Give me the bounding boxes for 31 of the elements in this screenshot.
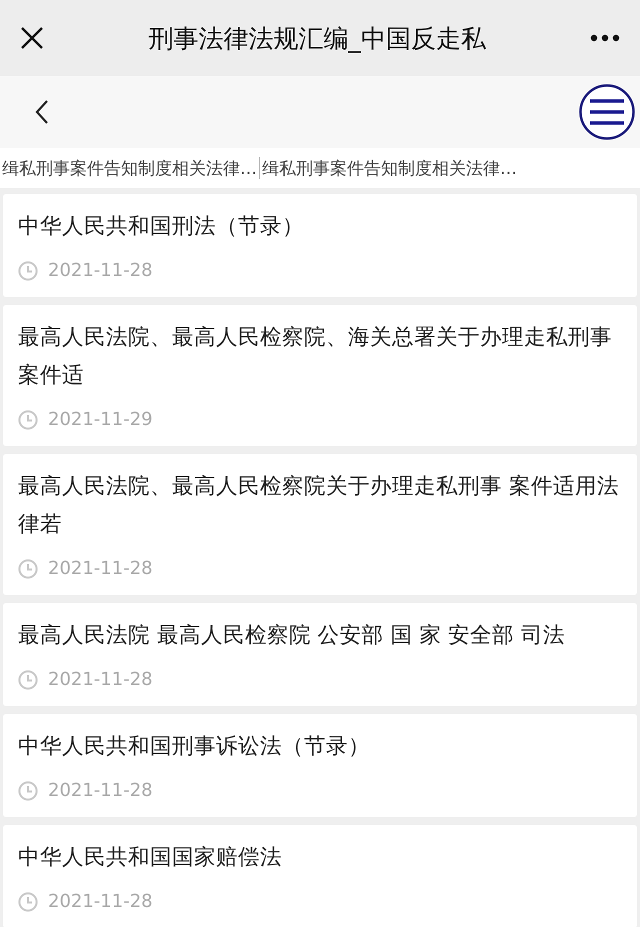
article-title: 中华人民共和国刑事诉讼法（节录） [18,733,371,761]
clock-icon [18,558,38,578]
article-date: 2021-11-28 [48,891,153,912]
close-icon[interactable] [20,26,44,50]
back-icon[interactable] [35,99,49,125]
article-card[interactable]: 最高人民法院、最高人民检察院关于办理走私刑事 案件适用法律若 2021-11-28 [3,454,637,595]
clock-icon [18,410,38,430]
article-date: 2021-11-28 [48,260,153,281]
clock-icon [18,670,38,690]
more-icon[interactable] [590,34,620,42]
article-date: 2021-11-28 [48,558,153,579]
article-title: 中华人民共和国国家赔偿法 [18,844,283,872]
article-date: 2021-11-28 [48,780,153,801]
article-date: 2021-11-29 [48,409,153,430]
menu-icon[interactable] [579,84,635,140]
category-tab[interactable]: 缉私刑事案件告知制度相关法律… [2,156,257,180]
article-title: 最高人民法院、最高人民检察院关于办理走私刑事 案件适用法律若 [18,473,620,539]
article-title: 最高人民法院 最高人民检察院 公安部 国 家 安全部 司法 [18,622,566,650]
article-card[interactable]: 最高人民法院 最高人民检察院 公安部 国 家 安全部 司法 2021-11-28 [3,603,637,706]
article-card[interactable]: 中华人民共和国国家赔偿法 2021-11-28 [3,825,637,927]
article-card[interactable]: 中华人民共和国刑法（节录） 2021-11-28 [3,194,637,297]
category-tab[interactable]: 缉私刑事案件告知制度相关法律… [262,156,517,180]
window-title: 刑事法律法规汇编_中国反走私 [148,22,486,54]
article-title: 最高人民法院、最高人民检察院、海关总署关于办理走私刑事案件适 [18,324,613,390]
clock-icon [18,892,38,912]
clock-icon [18,780,38,800]
clock-icon [18,260,38,280]
article-title: 中华人民共和国刑法（节录） [18,213,305,241]
article-card[interactable]: 最高人民法院、最高人民检察院、海关总署关于办理走私刑事案件适 2021-11-29 [3,305,637,446]
article-date: 2021-11-28 [48,669,153,690]
article-card[interactable]: 中华人民共和国刑事诉讼法（节录） 2021-11-28 [3,714,637,817]
